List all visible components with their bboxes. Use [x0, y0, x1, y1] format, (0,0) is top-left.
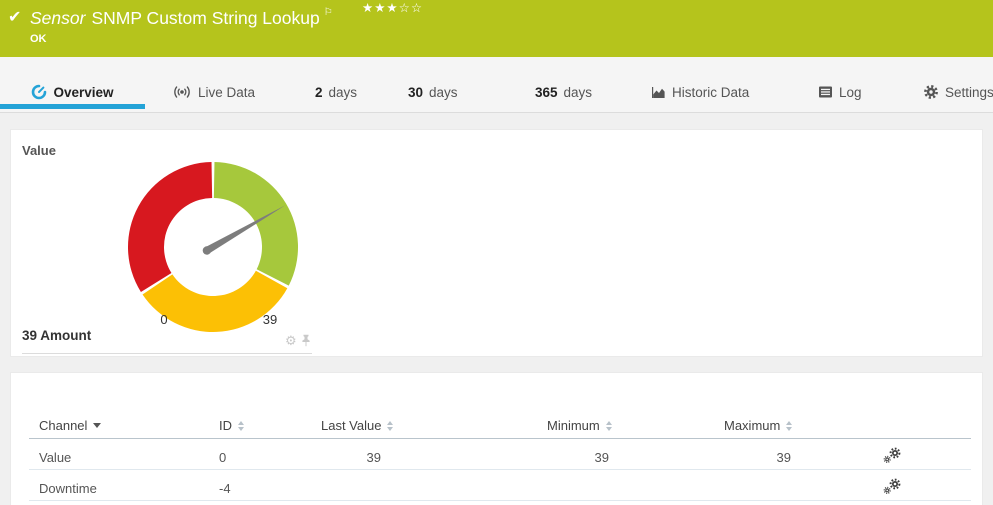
status-check-icon: ✔ [8, 7, 21, 27]
gears-icon [883, 478, 902, 495]
channel-settings-button[interactable] [883, 478, 902, 500]
tab-label: Log [839, 85, 862, 100]
channel-name: Value [39, 450, 71, 465]
tab-label: Historic Data [672, 85, 749, 100]
pin-icon[interactable] [301, 334, 311, 347]
live-data-icon [172, 85, 192, 99]
tab-live-data[interactable]: Live Data [172, 79, 255, 105]
column-label: Maximum [724, 418, 780, 433]
column-header-id[interactable]: ID [219, 418, 244, 433]
channel-maximum: 39 [691, 450, 791, 465]
column-header-maximum[interactable]: Maximum [724, 418, 792, 433]
status-badge: OK [30, 33, 47, 45]
column-header-minimum[interactable]: Minimum [547, 418, 612, 433]
sensor-header: ✔ Sensor SNMP Custom String Lookup ⚐ ★★★☆☆… [0, 0, 993, 57]
channel-gauge-title: Value [22, 143, 56, 158]
tab-bar: Overview Live Data 2 days 30 days 365 da… [0, 57, 993, 113]
gauge-panel-actions: ⚙ [285, 334, 311, 347]
gauge-caption: 39 Amount [22, 328, 91, 343]
tab-number: 365 [535, 85, 558, 100]
tab-number: 30 [408, 85, 423, 100]
tab-settings[interactable]: Settings [923, 79, 993, 105]
column-label: Last Value [321, 418, 381, 433]
gauge-icon [31, 84, 47, 100]
channel-name: Downtime [39, 481, 97, 496]
sensor-name: SNMP Custom String Lookup [91, 8, 319, 28]
log-list-icon [818, 86, 833, 98]
tab-label: Settings [945, 85, 993, 100]
tab-365-days[interactable]: 365 days [535, 79, 592, 105]
priority-stars[interactable]: ★★★☆☆ [362, 0, 423, 15]
table-row-divider [29, 500, 971, 501]
channel-table-panel: Channel ID Last Value Minimum Maximum Va… [10, 372, 983, 505]
tab-label: days [564, 85, 593, 100]
tab-log[interactable]: Log [818, 79, 862, 105]
tab-label: days [329, 85, 358, 100]
sort-icon [786, 421, 792, 431]
tab-30-days[interactable]: 30 days [408, 79, 458, 105]
tab-label: Overview [53, 85, 113, 100]
area-chart-icon [650, 86, 666, 99]
sort-icon [606, 421, 612, 431]
column-header-channel[interactable]: Channel [39, 418, 101, 433]
gauge-scale-max: 39 [258, 312, 282, 327]
page-title: Sensor SNMP Custom String Lookup ⚐ [30, 7, 333, 29]
channel-id: -4 [219, 481, 231, 496]
channel-last-value: 39 [281, 450, 381, 465]
table-row-divider [29, 469, 971, 470]
sort-icon [238, 421, 244, 431]
object-type-label: Sensor [30, 8, 85, 28]
gauge-settings-icon[interactable]: ⚙ [285, 334, 297, 347]
gauge-panel: Value 0 39 39 Amount ⚙ [10, 129, 983, 357]
flag-icon[interactable]: ⚐ [324, 7, 333, 18]
tab-label: days [429, 85, 458, 100]
sensor-overview-page: ✔ Sensor SNMP Custom String Lookup ⚐ ★★★☆☆… [0, 0, 993, 505]
tab-number: 2 [315, 85, 323, 100]
gear-icon [923, 84, 939, 100]
table-header-divider [29, 438, 971, 439]
channel-id: 0 [219, 450, 226, 465]
gauge-scale-min: 0 [152, 312, 176, 327]
tab-overview[interactable]: Overview [0, 79, 145, 105]
sort-desc-icon [93, 423, 101, 428]
gauge-cell-divider [22, 353, 312, 354]
column-label: Channel [39, 418, 87, 433]
channel-settings-button[interactable] [883, 447, 902, 469]
tab-2-days[interactable]: 2 days [315, 79, 357, 105]
channel-minimum: 39 [509, 450, 609, 465]
sort-icon [387, 421, 393, 431]
value-gauge [126, 160, 300, 334]
gears-icon [883, 447, 902, 464]
tab-historic-data[interactable]: Historic Data [650, 79, 749, 105]
gauge-segment-error [128, 162, 212, 292]
column-label: ID [219, 418, 232, 433]
column-label: Minimum [547, 418, 600, 433]
column-header-last-value[interactable]: Last Value [321, 418, 393, 433]
tab-label: Live Data [198, 85, 255, 100]
